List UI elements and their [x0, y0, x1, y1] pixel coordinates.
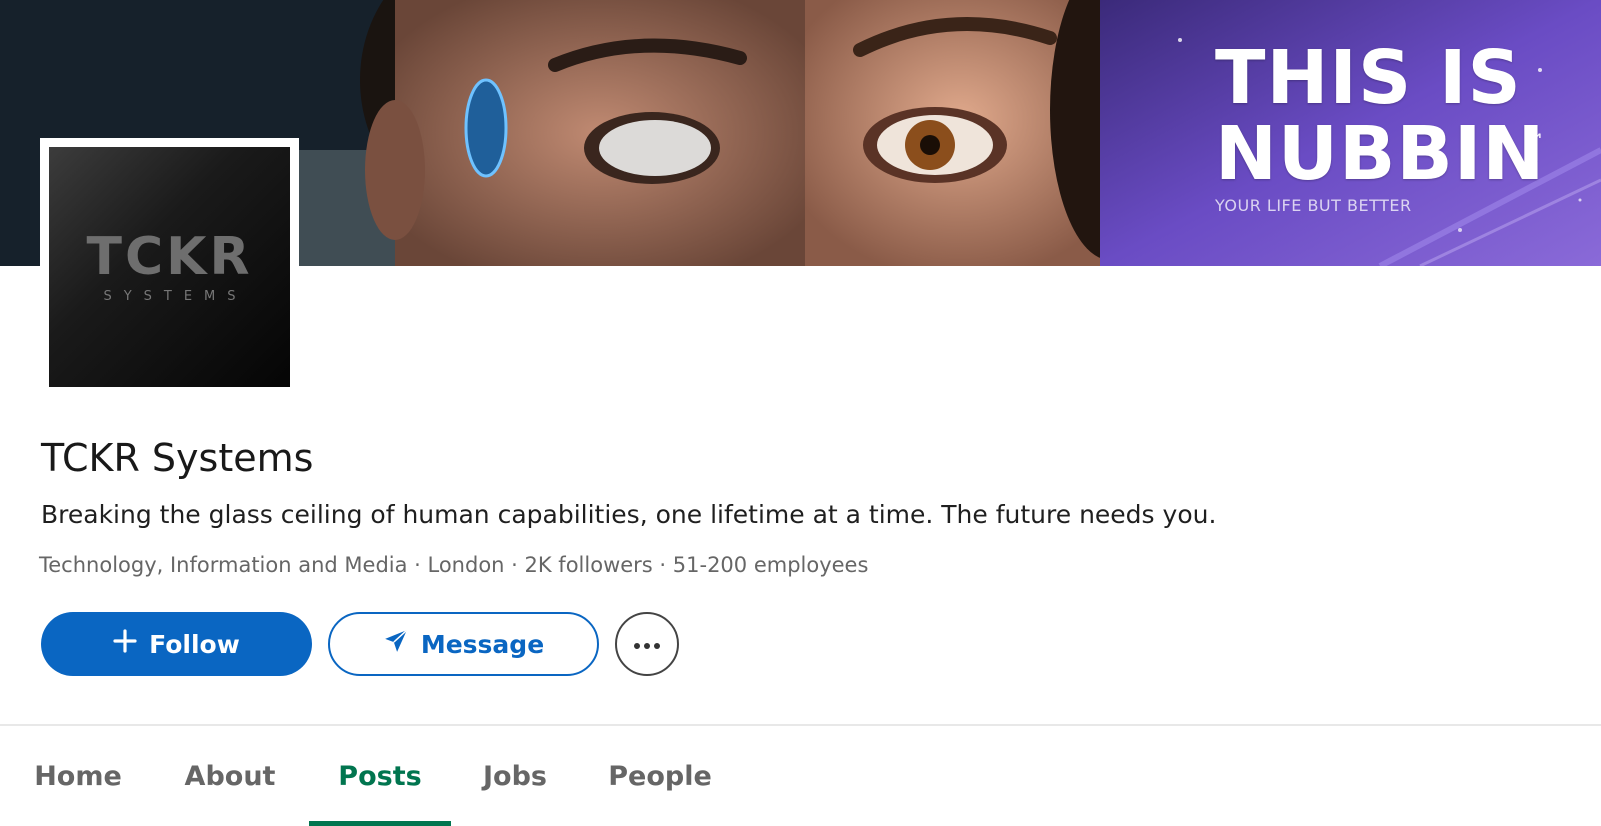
- logo-subtext: SYSTEMS: [103, 288, 248, 304]
- company-meta: Technology, Information and Media · Lond…: [39, 553, 869, 577]
- message-button-label: Message: [420, 629, 545, 659]
- company-tagline: Breaking the glass ceiling of human capa…: [41, 500, 1217, 529]
- more-options-button[interactable]: [615, 612, 679, 676]
- tab-home-label: Home: [34, 760, 122, 792]
- plus-icon: [113, 629, 137, 659]
- tab-posts-label: Posts: [338, 760, 422, 792]
- active-tab-indicator: [309, 821, 451, 826]
- trademark-symbol: ™: [1528, 130, 1544, 149]
- logo-mark: TCKR SYSTEMS: [49, 147, 290, 387]
- cover-subline: YOUR LIFE BUT BETTER: [1215, 196, 1412, 215]
- company-name: TCKR Systems: [41, 436, 314, 480]
- tab-about[interactable]: About: [160, 726, 300, 826]
- send-icon: [383, 628, 409, 660]
- more-options-icon: [633, 635, 661, 654]
- follow-button[interactable]: Follow: [41, 612, 312, 676]
- company-page: THIS IS NUBBIN ™ YOUR LIFE BUT BETTER TC…: [0, 0, 1601, 826]
- message-button[interactable]: Message: [328, 612, 599, 676]
- logo-wordmark: TCKR: [86, 226, 253, 287]
- company-logo[interactable]: TCKR SYSTEMS: [40, 138, 299, 396]
- tab-jobs-label: Jobs: [483, 760, 547, 792]
- follow-button-label: Follow: [149, 629, 240, 659]
- tab-posts[interactable]: Posts: [309, 726, 451, 826]
- cover-headline-block: THIS IS NUBBIN ™ YOUR LIFE BUT BETTER: [1215, 40, 1545, 215]
- tab-people-label: People: [608, 760, 712, 792]
- tab-jobs[interactable]: Jobs: [460, 726, 570, 826]
- company-tabs: Home About Posts Jobs People: [0, 726, 1601, 826]
- tab-people[interactable]: People: [585, 726, 735, 826]
- tab-about-label: About: [184, 760, 276, 792]
- tab-home[interactable]: Home: [16, 726, 140, 826]
- cover-headline: THIS IS NUBBIN: [1215, 35, 1546, 197]
